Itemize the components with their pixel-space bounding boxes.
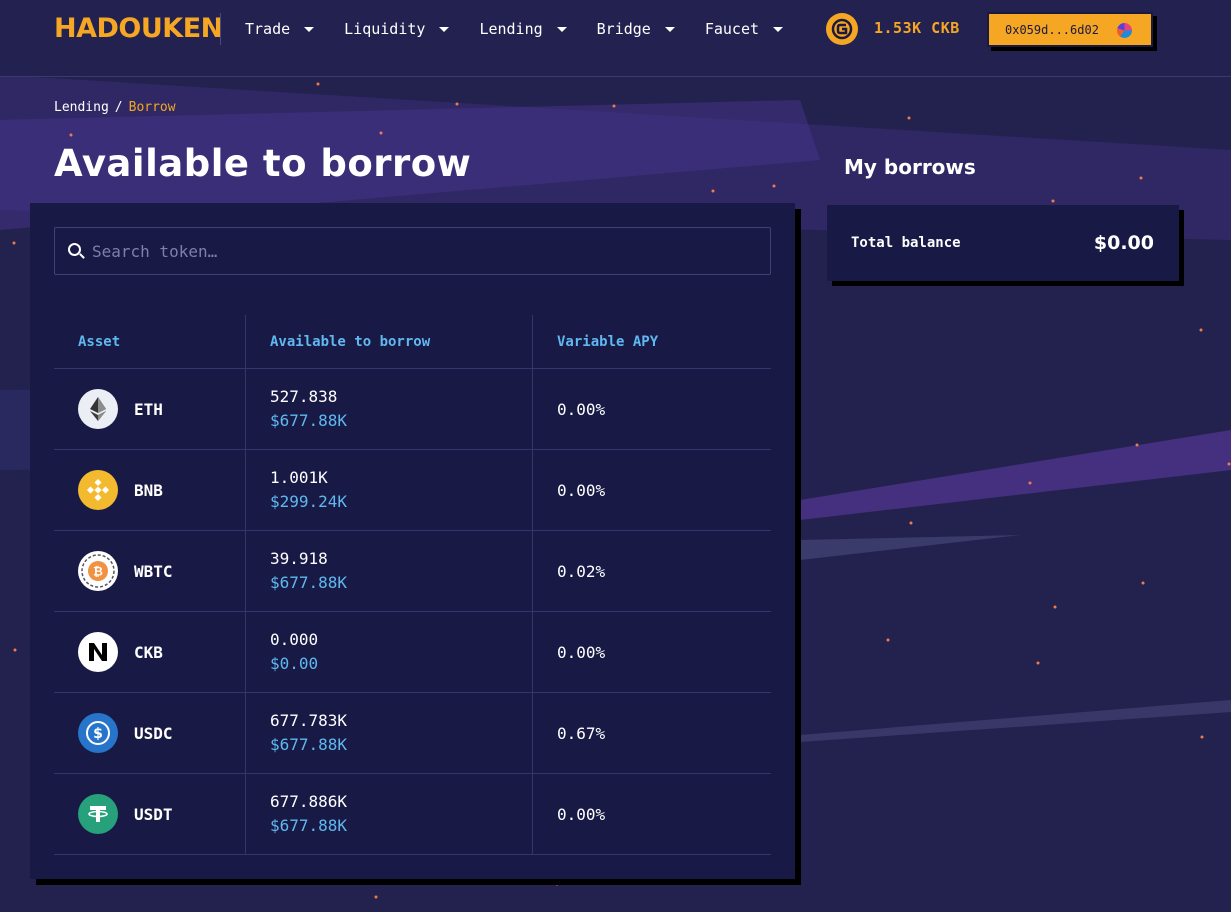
table-row[interactable]: ₿ WBTC 39.918 $677.88K 0.02% xyxy=(54,531,771,612)
wallet-button[interactable]: 0x059d...6d02 xyxy=(987,12,1153,47)
wallet-balance: 1.53K CKB xyxy=(874,19,960,37)
nav-faucet[interactable]: Faucet xyxy=(704,18,784,40)
apy-cell: 0.00% xyxy=(533,450,771,530)
available-usd: $677.88K xyxy=(270,573,348,592)
asset-cell: $ USDC xyxy=(54,693,246,773)
breadcrumb-separator: / xyxy=(114,100,123,115)
available-amount: 677.886K xyxy=(270,792,348,811)
asset-name: BNB xyxy=(134,480,163,500)
ckb-icon xyxy=(78,632,118,672)
asset-cell: ₿ WBTC xyxy=(54,531,246,611)
total-balance-value: $0.00 xyxy=(1093,232,1154,254)
page-title: Available to borrow xyxy=(54,142,472,185)
borrow-table: Asset Available to borrow Variable APY E… xyxy=(54,315,771,855)
wbtc-icon: ₿ xyxy=(78,551,118,591)
asset-cell: BNB xyxy=(54,450,246,530)
available-cell: 527.838 $677.88K xyxy=(246,369,533,449)
breadcrumb: Lending / Borrow xyxy=(54,100,176,115)
available-amount: 1.001K xyxy=(270,468,328,487)
total-balance-card: Total balance $0.00 xyxy=(827,205,1179,281)
available-amount: 39.918 xyxy=(270,549,328,568)
nav-trade[interactable]: Trade xyxy=(245,18,315,40)
variable-apy: 0.00% xyxy=(557,804,606,824)
column-header-available: Available to borrow xyxy=(246,315,533,368)
nav-lending-label: Lending xyxy=(479,20,543,38)
column-header-asset: Asset xyxy=(54,315,246,368)
available-cell: 677.783K $677.88K xyxy=(246,693,533,773)
breadcrumb-lending[interactable]: Lending xyxy=(54,100,109,115)
column-header-apy: Variable APY xyxy=(557,333,659,350)
asset-name: CKB xyxy=(134,642,163,662)
apy-cell: 0.00% xyxy=(533,612,771,692)
available-amount: 677.783K xyxy=(270,711,348,730)
asset-name: WBTC xyxy=(134,561,173,581)
nav-trade-label: Trade xyxy=(245,20,291,38)
variable-apy: 0.02% xyxy=(557,561,606,581)
wallet-avatar-icon xyxy=(1117,23,1132,38)
available-cell: 0.000 $0.00 xyxy=(246,612,533,692)
svg-text:₿: ₿ xyxy=(93,565,103,579)
variable-apy: 0.00% xyxy=(557,399,606,419)
available-amount: 527.838 xyxy=(270,387,338,406)
asset-name: USDT xyxy=(134,804,173,824)
nav-liquidity[interactable]: Liquidity xyxy=(344,18,450,40)
available-cell: 39.918 $677.88K xyxy=(246,531,533,611)
eth-icon xyxy=(78,389,118,429)
usdc-icon: $ xyxy=(78,713,118,753)
variable-apy: 0.67% xyxy=(557,723,606,743)
borrow-panel: Asset Available to borrow Variable APY E… xyxy=(30,203,795,879)
ckb-token-icon xyxy=(826,13,858,45)
available-usd: $677.88K xyxy=(270,411,348,430)
search-input[interactable] xyxy=(92,241,742,261)
asset-name: USDC xyxy=(134,723,173,743)
asset-cell: ETH xyxy=(54,369,246,449)
chevron-down-icon xyxy=(439,26,450,32)
table-row[interactable]: CKB 0.000 $0.00 0.00% xyxy=(54,612,771,693)
apy-cell: 0.00% xyxy=(533,774,771,854)
available-cell: 677.886K $677.88K xyxy=(246,774,533,854)
available-usd: $299.24K xyxy=(270,492,348,511)
bnb-icon xyxy=(78,470,118,510)
available-usd: $677.88K xyxy=(270,735,348,754)
available-cell: 1.001K $299.24K xyxy=(246,450,533,530)
svg-text:$: $ xyxy=(93,726,103,742)
available-usd: $0.00 xyxy=(270,654,319,673)
hadouken-logo[interactable]: HADOUKEN xyxy=(54,14,223,44)
nav-lending[interactable]: Lending xyxy=(479,18,567,40)
nav-liquidity-label: Liquidity xyxy=(344,20,426,38)
chevron-down-icon xyxy=(664,26,675,32)
search-box xyxy=(54,227,771,275)
nav-bridge-label: Bridge xyxy=(596,20,651,38)
variable-apy: 0.00% xyxy=(557,642,606,662)
available-usd: $677.88K xyxy=(270,816,348,835)
asset-cell: CKB xyxy=(54,612,246,692)
usdt-icon xyxy=(78,794,118,834)
asset-cell: USDT xyxy=(54,774,246,854)
search-icon xyxy=(67,242,85,260)
available-amount: 0.000 xyxy=(270,630,319,649)
chevron-down-icon xyxy=(556,26,567,32)
chevron-down-icon xyxy=(773,26,784,32)
table-row[interactable]: BNB 1.001K $299.24K 0.00% xyxy=(54,450,771,531)
chevron-down-icon xyxy=(304,26,315,32)
variable-apy: 0.00% xyxy=(557,480,606,500)
table-row[interactable]: ETH 527.838 $677.88K 0.00% xyxy=(54,369,771,450)
main-nav: Trade Liquidity Lending Bridge Faucet xyxy=(245,18,813,40)
header-divider xyxy=(220,13,221,45)
table-row[interactable]: $ USDC 677.783K $677.88K 0.67% xyxy=(54,693,771,774)
breadcrumb-borrow: Borrow xyxy=(128,100,176,115)
nav-faucet-label: Faucet xyxy=(704,20,760,38)
my-borrows-title: My borrows xyxy=(844,155,976,179)
apy-cell: 0.67% xyxy=(533,693,771,773)
nav-bridge[interactable]: Bridge xyxy=(597,18,675,40)
total-balance-label: Total balance xyxy=(851,235,961,251)
wallet-address: 0x059d...6d02 xyxy=(1005,22,1099,37)
asset-name: ETH xyxy=(134,399,163,419)
top-navbar: HADOUKEN Trade Liquidity Lending Bridge … xyxy=(0,0,1231,77)
apy-cell: 0.02% xyxy=(533,531,771,611)
apy-cell: 0.00% xyxy=(533,369,771,449)
table-header: Asset Available to borrow Variable APY xyxy=(54,315,771,369)
table-row[interactable]: USDT 677.886K $677.88K 0.00% xyxy=(54,774,771,855)
